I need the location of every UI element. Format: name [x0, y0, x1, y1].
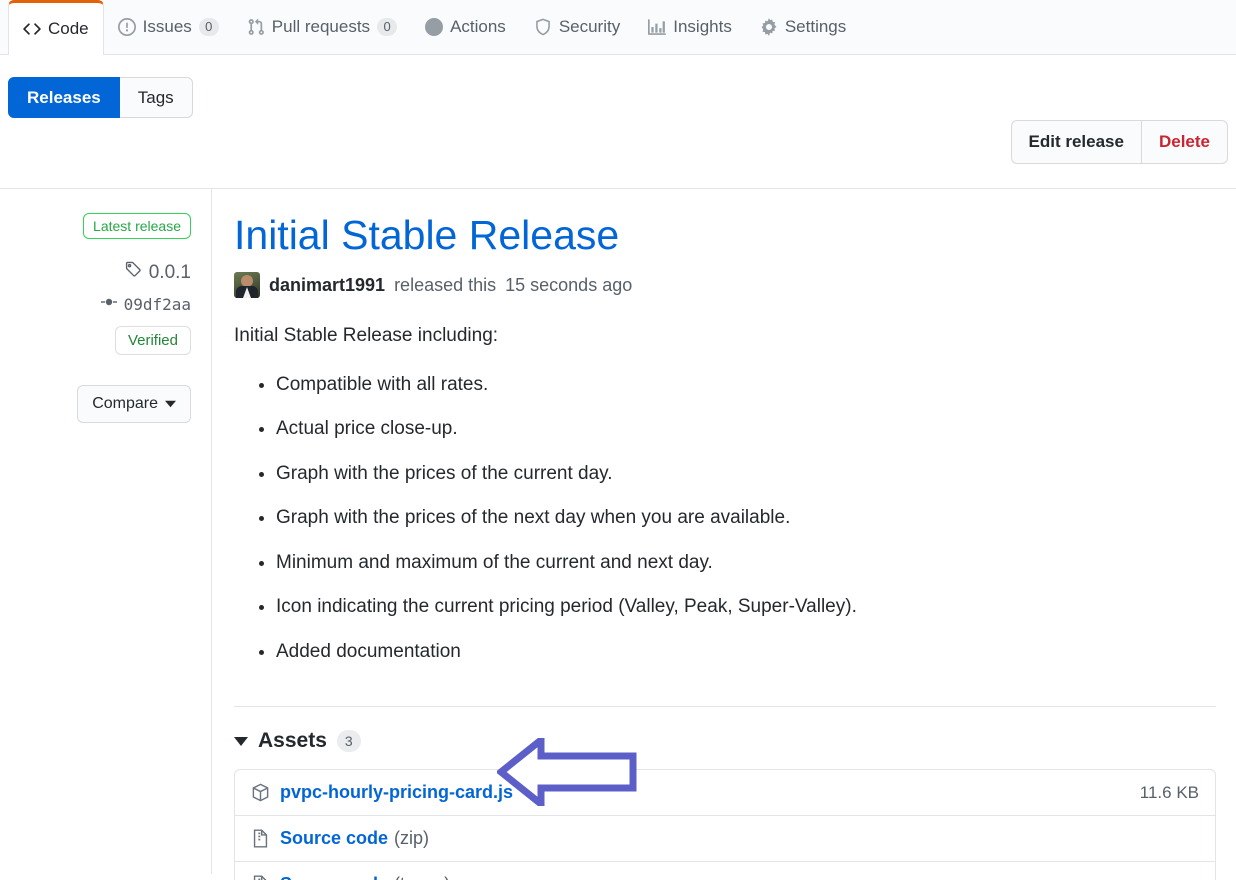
tag-icon: [125, 261, 142, 284]
releases-subnav: Releases Tags: [0, 55, 1236, 118]
repo-nav: Code Issues 0 Pull requests 0 Actions Se…: [0, 0, 1236, 55]
release-tag[interactable]: 0.0.1: [0, 261, 191, 284]
release-feature-list: Compatible with all rates. Actual price …: [234, 371, 1216, 667]
shield-icon: [534, 18, 552, 36]
list-item: Graph with the prices of the next day wh…: [276, 504, 1216, 533]
list-item: Actual price close-up.: [276, 415, 1216, 444]
assets-toggle[interactable]: Assets 3: [234, 729, 1216, 753]
tab-issues[interactable]: Issues 0: [104, 0, 233, 54]
tab-issues-label: Issues: [142, 17, 192, 36]
release-sidebar: Latest release 0.0.1 09df2aa Verified Co…: [0, 189, 212, 874]
tab-security[interactable]: Security: [520, 0, 634, 54]
releases-tags-switcher: Releases Tags: [8, 77, 193, 118]
assets-list: pvpc-hourly-pricing-card.js 11.6 KB Sour…: [234, 738, 1216, 880]
release-title[interactable]: Initial Stable Release: [234, 212, 1216, 258]
release-commit-label: 09df2aa: [123, 294, 191, 314]
tab-insights-label: Insights: [673, 17, 732, 36]
tab-pull-requests[interactable]: Pull requests 0: [233, 0, 411, 54]
tab-code[interactable]: Code: [8, 0, 104, 55]
chevron-down-icon: [165, 395, 176, 413]
graph-icon: [648, 18, 667, 36]
assets-heading: Assets: [258, 729, 327, 753]
compare-button[interactable]: Compare: [77, 385, 191, 423]
assets-divider: [234, 706, 1216, 708]
tab-actions-label: Actions: [450, 17, 506, 36]
pull-requests-count: 0: [377, 18, 398, 36]
released-this-text: released this: [394, 274, 497, 295]
release-timestamp: 15 seconds ago: [505, 274, 633, 295]
releases-tab-button[interactable]: Releases: [8, 77, 120, 118]
tab-security-label: Security: [558, 17, 621, 36]
asset-name[interactable]: pvpc-hourly-pricing-card.js: [280, 782, 513, 803]
issue-opened-icon: [117, 18, 136, 36]
asset-format: (tar.gz): [394, 874, 450, 880]
package-icon: [251, 783, 270, 802]
compare-button-label: Compare: [92, 395, 158, 412]
code-icon: [23, 20, 41, 38]
release-commit[interactable]: 09df2aa: [0, 294, 191, 314]
delete-release-button[interactable]: Delete: [1141, 120, 1228, 164]
list-item: Icon indicating the current pricing peri…: [276, 593, 1216, 622]
tags-tab-button[interactable]: Tags: [119, 77, 193, 118]
list-item: Minimum and maximum of the current and n…: [276, 549, 1216, 578]
list-item: Compatible with all rates.: [276, 371, 1216, 400]
tab-settings-label: Settings: [784, 17, 847, 36]
tab-insights[interactable]: Insights: [634, 0, 746, 54]
asset-format: (zip): [394, 828, 430, 849]
list-item: Added documentation: [276, 638, 1216, 667]
asset-name[interactable]: Source code: [280, 828, 388, 849]
tab-settings[interactable]: Settings: [746, 0, 860, 54]
release-description: Initial Stable Release including: Compat…: [234, 322, 1216, 666]
release-body-wrap: Latest release 0.0.1 09df2aa Verified Co…: [0, 188, 1236, 880]
release-byline: danimart1991 released this 15 seconds ag…: [234, 272, 1216, 299]
release-main: Initial Stable Release danimart1991 rele…: [212, 189, 1236, 880]
caret-down-icon: [234, 736, 248, 746]
issues-count: 0: [198, 18, 219, 36]
list-item: Graph with the prices of the current day…: [276, 460, 1216, 489]
asset-name[interactable]: Source code: [280, 874, 388, 880]
commit-icon: [100, 294, 117, 314]
tab-pull-requests-label: Pull requests: [271, 17, 371, 36]
play-icon: [425, 18, 444, 36]
release-action-group: Edit release Delete: [1010, 120, 1228, 164]
file-zip-icon: [251, 875, 270, 880]
release-intro: Initial Stable Release including:: [234, 325, 499, 347]
tab-code-label: Code: [48, 19, 89, 38]
release-author[interactable]: danimart1991: [269, 275, 385, 296]
assets-count: 3: [336, 730, 361, 753]
release-action-bar: Edit release Delete: [0, 120, 1236, 164]
tab-actions[interactable]: Actions: [411, 0, 520, 54]
gear-icon: [760, 18, 778, 36]
asset-size: 11.6 KB: [1139, 782, 1199, 802]
table-row[interactable]: Source code (tar.gz): [235, 862, 1215, 880]
edit-release-button[interactable]: Edit release: [1010, 120, 1142, 164]
file-zip-icon: [251, 829, 270, 848]
latest-release-badge: Latest release: [83, 213, 191, 239]
verified-badge[interactable]: Verified: [114, 326, 191, 355]
table-row[interactable]: Source code (zip): [235, 816, 1215, 863]
table-row[interactable]: pvpc-hourly-pricing-card.js 11.6 KB: [235, 770, 1215, 817]
avatar[interactable]: [234, 272, 260, 299]
release-tag-label: 0.0.1: [148, 261, 191, 283]
git-pull-request-icon: [247, 18, 265, 36]
